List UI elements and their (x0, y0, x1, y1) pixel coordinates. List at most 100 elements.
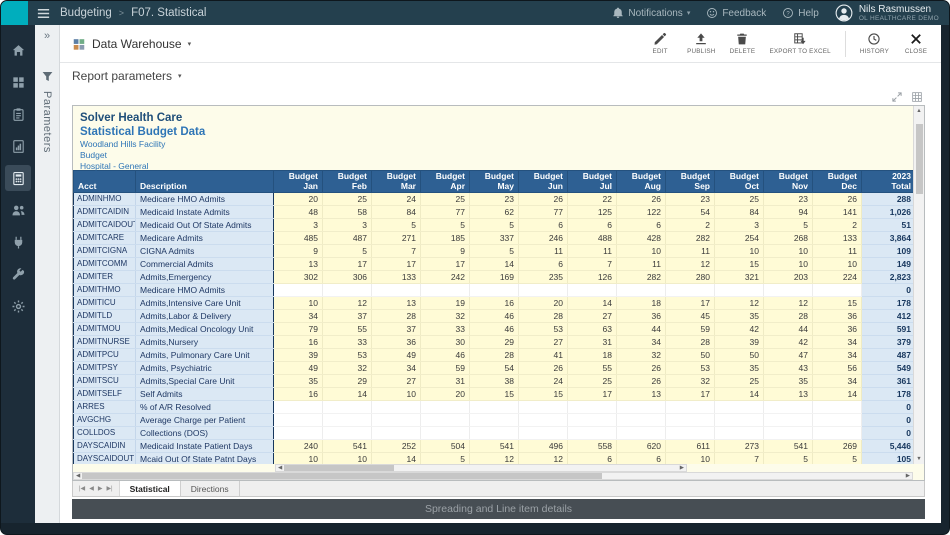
funnel-icon[interactable] (41, 70, 54, 83)
value-cell-feb[interactable]: 10 (323, 453, 372, 465)
value-cell-may[interactable]: 38 (470, 375, 519, 388)
value-cell-nov[interactable]: 35 (764, 375, 813, 388)
value-cell-oct[interactable]: 254 (715, 232, 764, 245)
value-cell-feb[interactable]: 306 (323, 271, 372, 284)
value-cell-jul[interactable]: 125 (568, 206, 617, 219)
value-cell-jun[interactable]: 28 (519, 310, 568, 323)
value-cell-apr[interactable]: 31 (421, 375, 470, 388)
value-cell-sep[interactable]: 10 (666, 453, 715, 465)
value-cell-jan[interactable]: 3 (274, 219, 323, 232)
value-cell-nov[interactable]: 47 (764, 349, 813, 362)
value-cell-mar[interactable]: 28 (372, 310, 421, 323)
sidebar-item-integrations[interactable] (5, 229, 31, 255)
value-cell-mar[interactable]: 13 (372, 297, 421, 310)
value-cell-jun[interactable]: 77 (519, 206, 568, 219)
value-cell-jun[interactable] (519, 427, 568, 440)
value-cell-aug[interactable] (617, 427, 666, 440)
value-cell-sep[interactable]: 11 (666, 245, 715, 258)
value-cell-jan[interactable] (274, 401, 323, 414)
close-button[interactable]: CLOSE (903, 32, 929, 55)
value-cell-nov[interactable]: 5 (764, 219, 813, 232)
value-cell-may[interactable] (470, 284, 519, 297)
value-cell-jun[interactable]: 24 (519, 375, 568, 388)
value-cell-mar[interactable]: 49 (372, 349, 421, 362)
value-cell-oct[interactable] (715, 414, 764, 427)
sidebar-item-assignments[interactable] (5, 197, 31, 223)
user-menu[interactable]: Nils Rasmussen OL Healthcare Demo (835, 4, 939, 23)
value-cell-oct[interactable]: 15 (715, 258, 764, 271)
value-cell-jul[interactable]: 558 (568, 440, 617, 453)
expand-icon[interactable] (891, 91, 903, 103)
value-cell-aug[interactable]: 32 (617, 349, 666, 362)
outer-hscroll-thumb[interactable] (82, 473, 602, 479)
delete-button[interactable]: DELETE (729, 32, 755, 55)
tab-directions[interactable]: Directions (181, 481, 240, 496)
value-cell-dec[interactable]: 15 (813, 297, 862, 310)
value-cell-jan[interactable]: 35 (274, 375, 323, 388)
value-cell-jul[interactable]: 7 (568, 258, 617, 271)
value-cell-oct[interactable]: 25 (715, 375, 764, 388)
value-cell-nov[interactable]: 10 (764, 258, 813, 271)
value-cell-aug[interactable]: 26 (617, 362, 666, 375)
value-cell-apr[interactable]: 9 (421, 245, 470, 258)
value-cell-nov[interactable]: 13 (764, 388, 813, 401)
value-cell-apr[interactable]: 19 (421, 297, 470, 310)
value-cell-nov[interactable] (764, 401, 813, 414)
value-cell-jan[interactable]: 10 (274, 297, 323, 310)
value-cell-jun[interactable]: 26 (519, 193, 568, 206)
sidebar-item-tasks[interactable] (5, 101, 31, 127)
hamburger-menu-icon[interactable] (28, 1, 58, 25)
value-cell-mar[interactable]: 84 (372, 206, 421, 219)
data-source-dropdown[interactable]: Data Warehouse ▾ (72, 37, 191, 51)
value-cell-apr[interactable]: 17 (421, 258, 470, 271)
value-cell-may[interactable]: 46 (470, 323, 519, 336)
value-cell-dec[interactable]: 11 (813, 245, 862, 258)
value-cell-nov[interactable]: 5 (764, 453, 813, 465)
value-cell-dec[interactable]: 5 (813, 453, 862, 465)
value-cell-apr[interactable]: 185 (421, 232, 470, 245)
app-logo[interactable] (1, 1, 28, 25)
value-cell-jun[interactable]: 15 (519, 388, 568, 401)
sidebar-item-home[interactable] (5, 37, 31, 63)
value-cell-jul[interactable]: 17 (568, 388, 617, 401)
value-cell-oct[interactable]: 39 (715, 336, 764, 349)
value-cell-aug[interactable]: 6 (617, 453, 666, 465)
value-cell-may[interactable]: 12 (470, 453, 519, 465)
value-cell-feb[interactable]: 33 (323, 336, 372, 349)
sidebar-item-tools[interactable] (5, 261, 31, 287)
value-cell-sep[interactable]: 32 (666, 375, 715, 388)
value-cell-jul[interactable]: 126 (568, 271, 617, 284)
value-cell-dec[interactable]: 224 (813, 271, 862, 284)
value-cell-jun[interactable]: 496 (519, 440, 568, 453)
scroll-left-icon[interactable]: ◀ (276, 465, 284, 471)
value-cell-dec[interactable]: 14 (813, 388, 862, 401)
edit-button[interactable]: EDIT (647, 32, 673, 55)
value-cell-feb[interactable]: 37 (323, 310, 372, 323)
value-cell-jan[interactable] (274, 284, 323, 297)
value-cell-jul[interactable] (568, 284, 617, 297)
value-cell-dec[interactable]: 141 (813, 206, 862, 219)
value-cell-feb[interactable]: 25 (323, 193, 372, 206)
value-cell-jan[interactable]: 240 (274, 440, 323, 453)
value-cell-oct[interactable]: 12 (715, 297, 764, 310)
value-cell-jan[interactable]: 79 (274, 323, 323, 336)
value-cell-feb[interactable]: 487 (323, 232, 372, 245)
value-cell-nov[interactable]: 44 (764, 323, 813, 336)
value-cell-feb[interactable] (323, 284, 372, 297)
value-cell-may[interactable]: 16 (470, 297, 519, 310)
value-cell-oct[interactable]: 321 (715, 271, 764, 284)
value-cell-jan[interactable]: 16 (274, 388, 323, 401)
value-cell-apr[interactable]: 59 (421, 362, 470, 375)
value-cell-aug[interactable]: 282 (617, 271, 666, 284)
grid-view-icon[interactable] (911, 91, 923, 103)
value-cell-dec[interactable]: 36 (813, 323, 862, 336)
value-cell-sep[interactable]: 23 (666, 193, 715, 206)
vscroll-thumb[interactable] (916, 124, 923, 194)
sidebar-item-modules[interactable] (5, 69, 31, 95)
value-cell-dec[interactable]: 10 (813, 258, 862, 271)
value-cell-jul[interactable]: 22 (568, 193, 617, 206)
value-cell-dec[interactable]: 2 (813, 219, 862, 232)
value-cell-may[interactable]: 29 (470, 336, 519, 349)
value-cell-apr[interactable]: 5 (421, 219, 470, 232)
value-cell-aug[interactable] (617, 401, 666, 414)
